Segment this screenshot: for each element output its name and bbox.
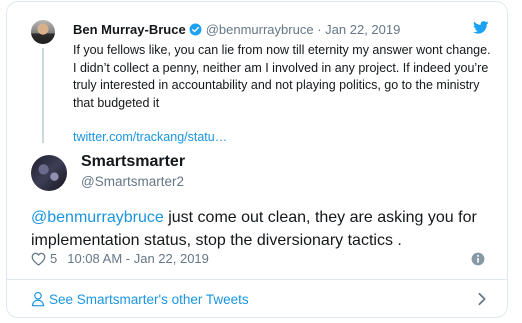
parent-author-handle[interactable]: @benmurraybruce: [206, 22, 314, 37]
tweet-text: @benmurraybruce just come out clean, the…: [31, 206, 501, 252]
see-other-tweets-link[interactable]: See Smartsmarter's other Tweets: [49, 291, 249, 309]
parent-tweet-header: Ben Murray-Bruce @benmurraybruce · Jan 22…: [73, 22, 400, 40]
author-avatar[interactable]: [31, 155, 67, 191]
parent-author-name[interactable]: Ben Murray-Bruce: [73, 22, 186, 37]
heart-icon[interactable]: [31, 252, 46, 270]
parent-tweet-link[interactable]: twitter.com/trackang/statu…: [73, 129, 227, 145]
parent-tweet[interactable]: Ben Murray-Bruce @benmurraybruce · Jan 22…: [7, 2, 507, 145]
like-count[interactable]: 5: [50, 251, 57, 266]
mention-link[interactable]: @benmurraybruce: [31, 209, 164, 226]
tweet-timestamp[interactable]: 10:08 AM - Jan 22, 2019: [67, 251, 209, 266]
author-name[interactable]: Smartsmarter: [81, 152, 185, 172]
parent-date-separator: ·: [317, 22, 322, 37]
info-icon[interactable]: [471, 252, 485, 271]
twitter-bird-icon[interactable]: [473, 21, 489, 39]
see-other-tweets-row[interactable]: See Smartsmarter's other Tweets: [7, 280, 507, 317]
parent-author-avatar[interactable]: [31, 20, 55, 44]
person-icon: [31, 291, 45, 312]
tweet-meta: 5 10:08 AM - Jan 22, 2019: [31, 251, 209, 270]
parent-tweet-text: If you fellows like, you can lie from no…: [73, 43, 491, 110]
parent-tweet-date[interactable]: Jan 22, 2019: [325, 22, 400, 37]
verified-badge-icon: [189, 23, 202, 40]
author-handle[interactable]: @Smartsmarter2: [81, 173, 184, 191]
embedded-tweet-card: Ben Murray-Bruce @benmurraybruce · Jan 22…: [6, 1, 508, 318]
chevron-right-icon[interactable]: [477, 292, 487, 311]
thread-connector-line: [42, 48, 44, 143]
